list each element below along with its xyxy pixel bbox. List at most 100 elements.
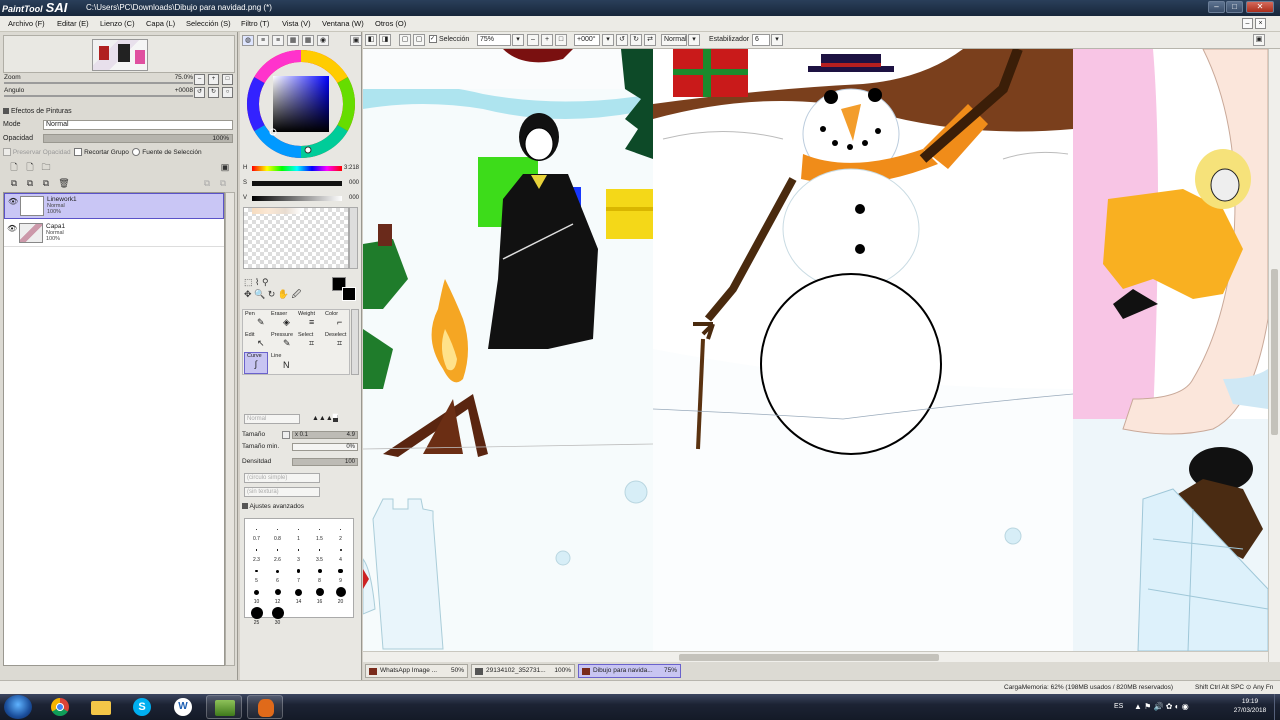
undo-icon[interactable]: ◧ xyxy=(365,34,377,46)
close-button[interactable]: ✕ xyxy=(1246,1,1274,13)
brush-size-preset[interactable]: 1 xyxy=(288,521,309,542)
hue-slider[interactable]: H 3:218 xyxy=(242,164,360,173)
rotate-right-button[interactable]: ↻ xyxy=(208,87,219,98)
brush-min-size-slider[interactable]: 0% xyxy=(292,443,358,451)
zoom-in-icon[interactable]: + xyxy=(541,34,553,46)
doc-tab-29134102[interactable]: 29134102_352731... 100% xyxy=(471,664,575,678)
zoom-tool-icon[interactable]: 🔍 xyxy=(254,289,265,299)
delete-layer-icon[interactable]: 🗑 xyxy=(58,177,70,189)
zoom-out-icon[interactable]: – xyxy=(527,34,539,46)
select-tool-icon[interactable]: ⌗ xyxy=(309,338,314,349)
redo-icon[interactable]: ◨ xyxy=(379,34,391,46)
menu-close-button[interactable]: × xyxy=(1255,18,1266,29)
pen-tool-icon[interactable]: ✎ xyxy=(257,317,265,328)
deselect-tool-label[interactable]: Deselect xyxy=(325,332,346,338)
selection-source-radio[interactable] xyxy=(132,148,141,157)
pen-tool-label[interactable]: Pen xyxy=(245,311,255,317)
brush-size-preset[interactable]: 3.5 xyxy=(309,542,330,563)
hsv-slider-tab[interactable]: ≡ xyxy=(272,35,284,46)
edit-tool-icon[interactable]: ↖ xyxy=(257,338,265,349)
rotate-left-icon[interactable]: ↺ xyxy=(616,34,628,46)
size-mult-checkbox[interactable] xyxy=(282,431,290,439)
brush-size-preset[interactable]: 4 xyxy=(330,542,351,563)
brush-size-preset[interactable]: 0.7 xyxy=(246,521,267,542)
swatch-area[interactable] xyxy=(243,207,349,269)
tools-scrollbar[interactable] xyxy=(351,309,359,375)
menu-seleccion[interactable]: Selección (S) xyxy=(186,16,231,32)
layer-lock-icon[interactable]: ⧉ xyxy=(201,177,213,189)
pressure-tool-icon[interactable]: ✎ xyxy=(283,338,291,349)
navigator-thumbnail[interactable] xyxy=(92,39,148,71)
deselect-tool-icon[interactable]: ⌗ xyxy=(337,338,342,349)
line-tool-icon[interactable]: N xyxy=(283,360,290,370)
toolbar-toggle-icon[interactable]: ▣ xyxy=(1253,34,1265,46)
layer-item-capa1[interactable]: 👁 Capa1 Normal 100% xyxy=(4,221,224,247)
rect-select-icon[interactable]: ⬚ xyxy=(244,277,253,287)
secondary-color-swatch[interactable] xyxy=(342,287,356,301)
merge-down-icon[interactable]: ⧉ xyxy=(8,177,20,189)
advanced-settings-row[interactable]: Ajustes avanzados xyxy=(242,501,360,513)
transfer-down-icon[interactable]: ⧉ xyxy=(24,177,36,189)
doc-tab-whatsapp[interactable]: WhatsApp Image ... 50% xyxy=(365,664,468,678)
brush-size-preset[interactable]: 30 xyxy=(267,605,288,626)
angle-dropdown-icon[interactable]: ▾ xyxy=(602,34,614,46)
layer-item-linework1[interactable]: 👁 Linework1 Normal 100% xyxy=(4,193,224,219)
drawing-canvas[interactable] xyxy=(363,49,1268,651)
skype-icon[interactable]: S xyxy=(124,695,160,719)
visibility-eye-icon[interactable]: 👁 xyxy=(8,197,18,206)
painttool-sai-taskbar-icon[interactable] xyxy=(206,695,242,719)
brush-shape-select[interactable]: (circulo simple) xyxy=(244,473,320,483)
blend-mode-select[interactable]: Normal xyxy=(43,120,233,130)
brush-size-preset[interactable]: 12 xyxy=(267,584,288,605)
hand-app-icon[interactable] xyxy=(247,695,283,719)
fit-icon[interactable]: □ xyxy=(555,34,567,46)
move-icon[interactable]: ✥ xyxy=(244,289,252,299)
color-tool-icon[interactable]: ⌐ xyxy=(337,317,342,327)
zoom-in-button[interactable]: + xyxy=(208,74,219,85)
selection-toggle[interactable]: ✓ Selección xyxy=(429,34,469,46)
chrome-icon[interactable] xyxy=(42,695,78,719)
curve-tool-button[interactable]: Curve ∫ xyxy=(244,352,268,374)
swatch-scrollbar[interactable] xyxy=(349,207,358,269)
brush-edge-shapes[interactable]: ▲▲▲▀ xyxy=(312,414,358,424)
invert-selection-icon[interactable]: ▢ xyxy=(413,34,425,46)
canvas-vertical-scrollbar[interactable] xyxy=(1268,49,1280,662)
brush-size-preset[interactable]: 6 xyxy=(267,563,288,584)
new-linework-layer-icon[interactable]: 🗋 xyxy=(24,161,36,173)
brush-size-preset[interactable]: 1.5 xyxy=(309,521,330,542)
deselect-icon[interactable]: ▢ xyxy=(399,34,411,46)
tray-icons[interactable]: ▲ ⚑ 🔊 ✿ ◐ ◉ xyxy=(1134,694,1189,720)
scratchpad-tab[interactable]: ▦ xyxy=(302,35,314,46)
clock[interactable]: 19:19 27/03/2018 xyxy=(1232,697,1268,715)
zoom-select[interactable]: 75% xyxy=(477,34,511,46)
doc-tab-dibujo[interactable]: Dibujo para navida... 75% xyxy=(578,664,681,678)
menu-editar[interactable]: Editar (E) xyxy=(57,16,89,32)
rotate-tool-icon[interactable]: ↻ xyxy=(268,289,276,299)
brush-size-preset[interactable]: 5 xyxy=(246,563,267,584)
brush-size-slider[interactable]: x 0.1 4.9 xyxy=(292,431,358,439)
stabilizer-select[interactable]: 6 xyxy=(752,34,770,46)
layer-list-scrollbar[interactable] xyxy=(225,192,235,666)
brush-size-preset[interactable]: 14 xyxy=(288,584,309,605)
layer-panel-toggle-icon[interactable]: ▣ xyxy=(219,161,231,173)
brush-size-preset[interactable]: 2.3 xyxy=(246,542,267,563)
menu-ventana[interactable]: Ventana (W) xyxy=(322,16,364,32)
brush-density-slider[interactable]: 100 xyxy=(292,458,358,466)
menu-capa[interactable]: Capa (L) xyxy=(146,16,175,32)
show-desktop-button[interactable] xyxy=(1274,694,1280,720)
brush-size-preset[interactable]: 9 xyxy=(330,563,351,584)
clip-group-checkbox[interactable] xyxy=(74,148,83,157)
line-tool-label[interactable]: Line xyxy=(271,353,281,359)
preserve-opacity-checkbox[interactable] xyxy=(3,148,11,157)
brush-size-preset[interactable]: 8 xyxy=(309,563,330,584)
layer-mask-icon[interactable]: ⧉ xyxy=(217,177,229,189)
angle-field[interactable]: +000° xyxy=(574,34,600,46)
zoom-reset-button[interactable]: □ xyxy=(222,74,233,85)
opacity-slider[interactable]: 100% xyxy=(43,134,233,143)
language-indicator[interactable]: ES xyxy=(1114,694,1123,720)
view-mode-dropdown-icon[interactable]: ▾ xyxy=(688,34,700,46)
new-layer-icon[interactable]: 🗋 xyxy=(8,161,20,173)
mixer-tab[interactable]: ◉ xyxy=(317,35,329,46)
brush-size-preset[interactable]: 20 xyxy=(330,584,351,605)
brush-texture-select[interactable]: (sin textura) xyxy=(244,487,320,497)
